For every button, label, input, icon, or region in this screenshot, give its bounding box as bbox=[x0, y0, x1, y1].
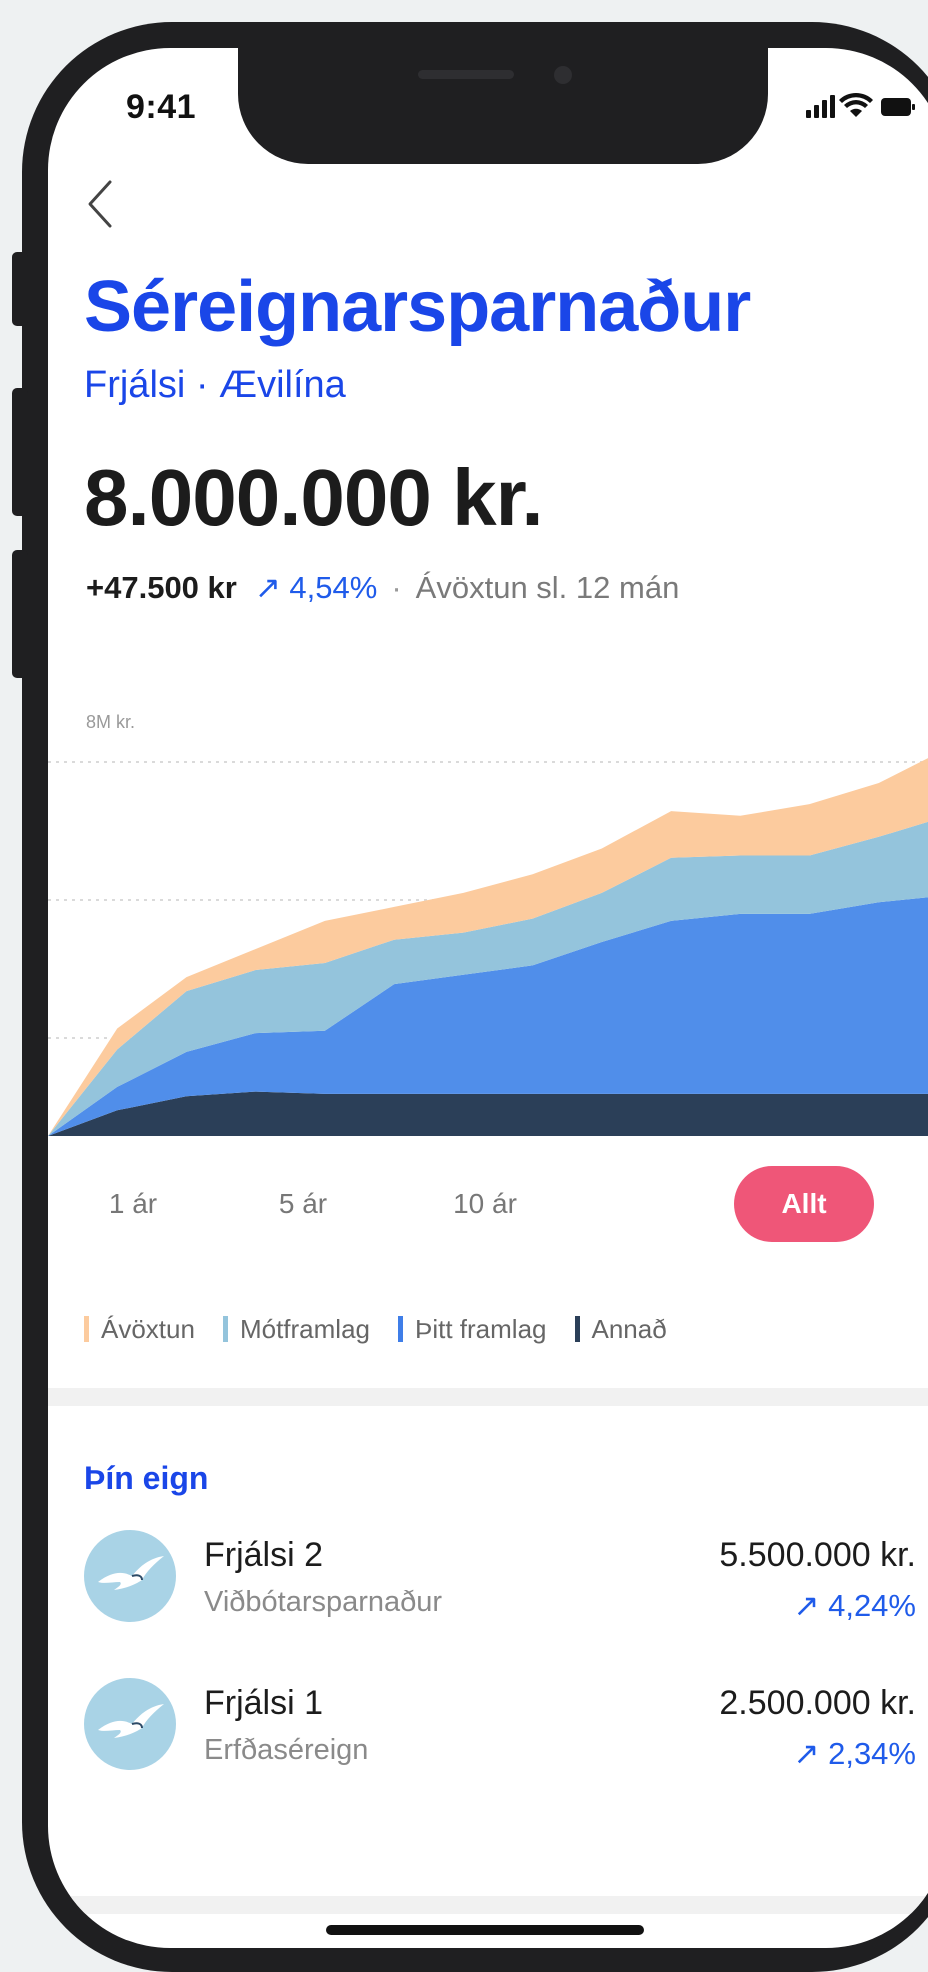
home-indicator[interactable] bbox=[326, 1925, 644, 1935]
screen: 9:41 Séreignarsparnaður Frjálsi · Ævilín… bbox=[48, 48, 928, 1948]
camera bbox=[554, 66, 572, 84]
legend-label: Ávöxtun bbox=[101, 1314, 195, 1344]
section-divider bbox=[48, 1388, 928, 1406]
range-option[interactable]: 1 ár bbox=[78, 1166, 188, 1242]
fund-type: Erfðaséreign bbox=[204, 1734, 369, 1766]
legend-item: Annað bbox=[574, 1314, 667, 1345]
mute-switch bbox=[12, 252, 28, 326]
battery-icon bbox=[881, 98, 915, 116]
legend-item: Mótframlag bbox=[222, 1314, 370, 1345]
back-chevron-icon[interactable] bbox=[78, 168, 128, 238]
page-subtitle: Frjálsi · Ævilína bbox=[84, 364, 346, 406]
change-label: Ávöxtun sl. 12 mán bbox=[415, 570, 680, 605]
bird-logo-icon bbox=[98, 1704, 164, 1738]
fund-return: ↗ 2,34% bbox=[793, 1736, 917, 1771]
legend-item: Ávöxtun bbox=[84, 1314, 195, 1345]
wifi-icon bbox=[839, 92, 873, 117]
fund-value: 5.500.000 kr. bbox=[719, 1536, 916, 1574]
legend-label: Annað bbox=[591, 1314, 667, 1344]
status-time: 9:41 bbox=[126, 88, 197, 126]
cellular-signal-icon bbox=[806, 95, 835, 118]
legend-swatch bbox=[574, 1316, 580, 1342]
legend-swatch bbox=[222, 1316, 228, 1342]
range-option[interactable]: Allt bbox=[734, 1166, 874, 1242]
change-absolute: +47.500 kr bbox=[86, 570, 237, 605]
stacked-area-chart[interactable] bbox=[48, 698, 928, 1148]
legend-swatch bbox=[398, 1316, 403, 1342]
status-icons bbox=[806, 92, 915, 118]
bird-logo-icon bbox=[98, 1556, 164, 1590]
range-selector: 1 ár 5 ár 10 ár Allt bbox=[48, 1166, 928, 1266]
legend-swatch bbox=[84, 1316, 89, 1342]
fund-type: Viðbótarsparnaður bbox=[204, 1586, 443, 1618]
speaker bbox=[418, 70, 514, 79]
change-percent: ↗ 4,54% bbox=[254, 570, 378, 605]
fund-value: 2.500.000 kr. bbox=[719, 1684, 916, 1722]
legend-label: Þitt framlag bbox=[415, 1314, 547, 1344]
range-option[interactable]: 10 ár bbox=[420, 1166, 550, 1242]
volume-up-button bbox=[12, 388, 28, 516]
section-divider bbox=[48, 1896, 928, 1914]
fund-avatar bbox=[84, 1678, 176, 1770]
fund-row[interactable]: Frjálsi 1 Erfðaséreign 2.500.000 kr. ↗ 2… bbox=[48, 1678, 928, 1808]
balance-amount: 8.000.000 kr. bbox=[84, 453, 544, 542]
range-option[interactable]: 5 ár bbox=[248, 1166, 358, 1242]
legend-label: Mótframlag bbox=[239, 1314, 370, 1344]
notch bbox=[238, 48, 768, 164]
fund-avatar bbox=[84, 1530, 176, 1622]
fund-return: ↗ 4,24% bbox=[793, 1588, 917, 1623]
holdings-title: Þín eign bbox=[84, 1460, 209, 1496]
page-title: Séreignarsparnaður bbox=[84, 267, 751, 347]
fund-row[interactable]: Frjálsi 2 Viðbótarsparnaður 5.500.000 kr… bbox=[48, 1530, 928, 1660]
balance-change-row: +47.500 kr ↗ 4,54% · Ávöxtun sl. 12 mán bbox=[86, 570, 679, 606]
fund-name: Frjálsi 1 bbox=[204, 1684, 324, 1722]
legend-item: Þitt framlag bbox=[398, 1314, 547, 1345]
chart-legend: Ávöxtun Mótframlag Þitt framlag Annað bbox=[84, 1314, 695, 1354]
separator-dot: · bbox=[391, 570, 402, 605]
area-series bbox=[48, 1091, 928, 1136]
volume-down-button bbox=[12, 550, 28, 678]
fund-name: Frjálsi 2 bbox=[204, 1536, 324, 1574]
